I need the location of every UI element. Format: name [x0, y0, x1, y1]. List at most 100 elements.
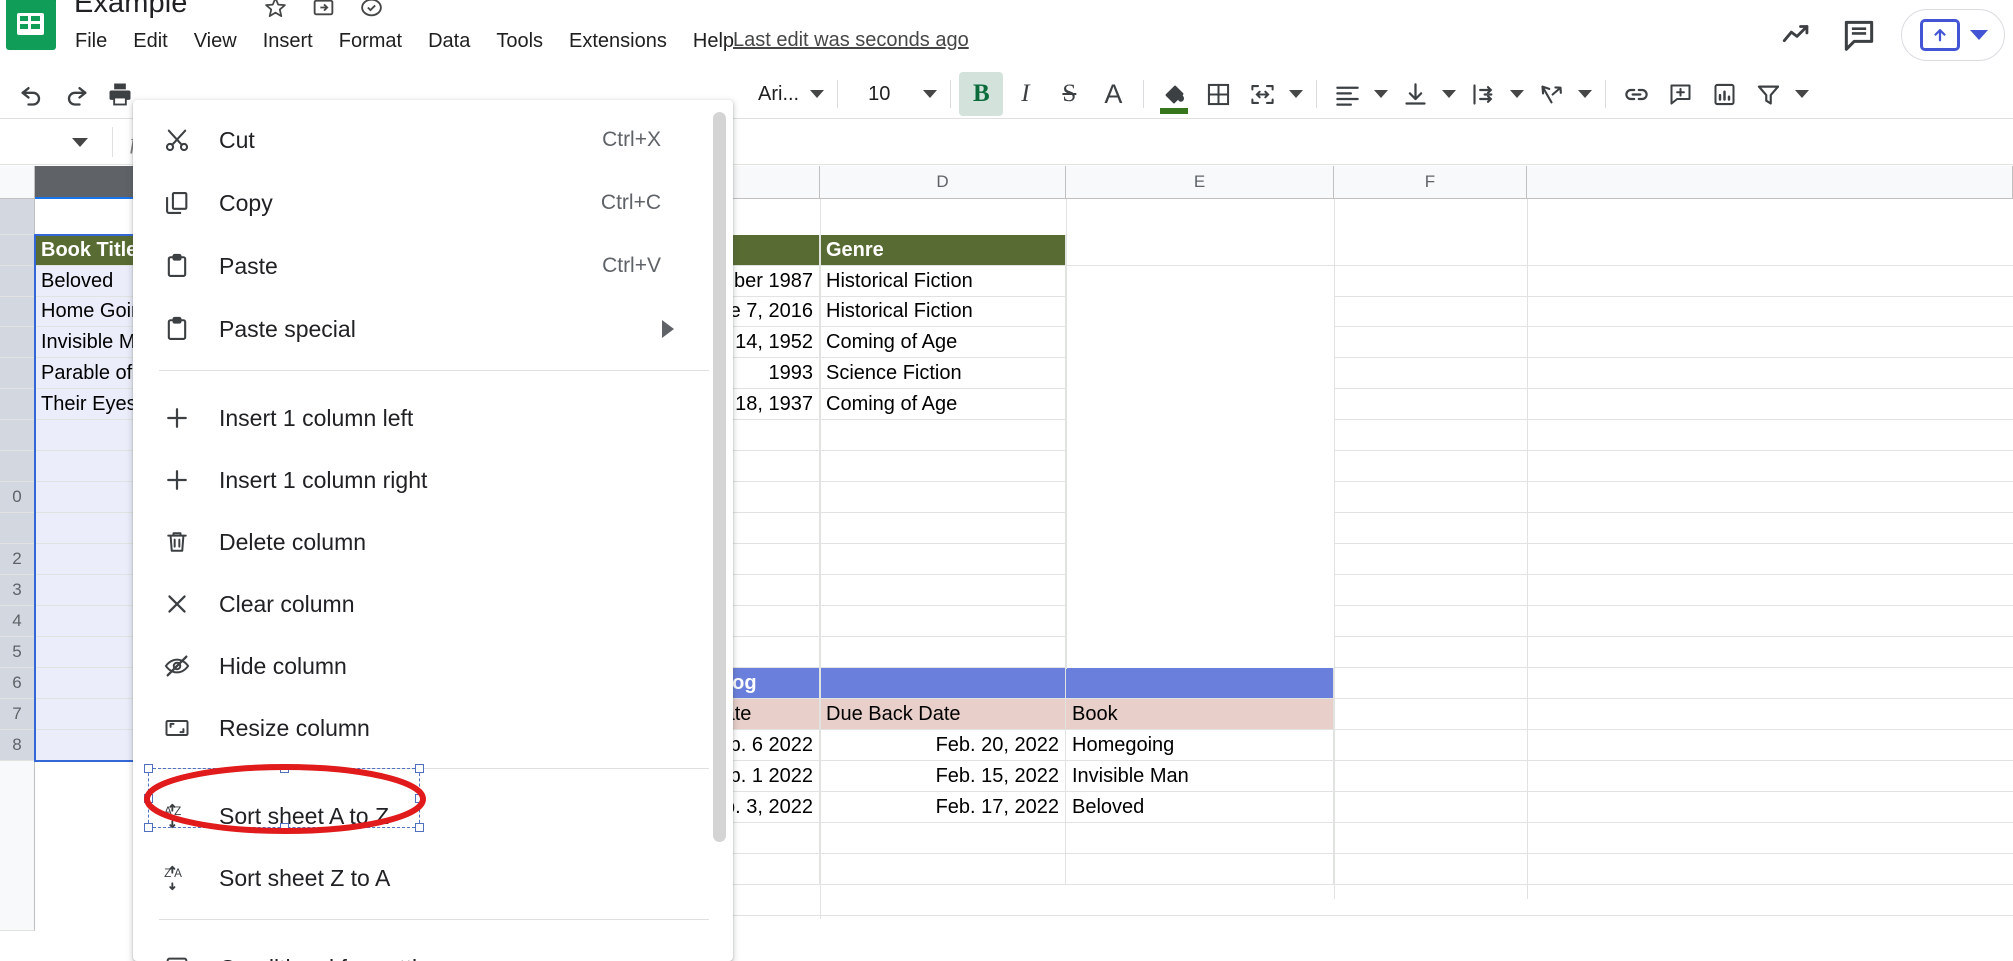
context-menu-item-insert-column-left[interactable]: Insert 1 column left — [133, 388, 719, 448]
cell-d2-genre[interactable]: Genre — [820, 235, 1066, 266]
row-header[interactable] — [0, 761, 35, 931]
menu-data[interactable]: Data — [415, 26, 483, 57]
context-menu-item-copy[interactable]: Copy Ctrl+C — [133, 173, 719, 233]
cell-d6[interactable]: Science Fiction — [820, 358, 1066, 389]
text-wrapping-icon[interactable] — [1461, 72, 1505, 116]
cell-d3[interactable]: Historical Fiction — [820, 266, 1066, 297]
menu-extensions[interactable]: Extensions — [556, 26, 680, 57]
cell-due-3[interactable]: Feb. 17, 2022 — [820, 792, 1066, 823]
context-menu-item-cut[interactable]: Cut Ctrl+X — [133, 110, 719, 170]
share-button[interactable] — [1901, 8, 2005, 61]
row-header[interactable] — [0, 235, 35, 266]
insert-link-icon[interactable] — [1614, 72, 1658, 116]
cell-book-header[interactable]: Book — [1066, 699, 1334, 730]
cell-empty[interactable] — [820, 513, 1066, 544]
annotation-handle[interactable] — [144, 764, 153, 773]
comment-history-icon[interactable] — [1839, 15, 1879, 55]
column-header-a[interactable] — [35, 166, 135, 199]
last-edit-status[interactable]: Last edit was seconds ago — [733, 29, 969, 52]
context-menu-item-hide-column[interactable]: Hide column — [133, 636, 719, 696]
row-header[interactable] — [0, 199, 35, 235]
context-menu-item-sort-sheet-z-to-a[interactable]: Z A Sort sheet Z to A — [133, 848, 719, 908]
cell-empty[interactable] — [1066, 854, 1334, 885]
annotation-handle[interactable] — [415, 764, 424, 773]
annotation-handle[interactable] — [280, 764, 289, 773]
cell-empty[interactable] — [820, 854, 1066, 885]
text-rotation-dropdown-icon[interactable] — [1573, 72, 1597, 116]
row-header[interactable]: 5 — [0, 637, 35, 668]
context-menu-item-paste[interactable]: Paste Ctrl+V — [133, 236, 719, 296]
cell-due-1[interactable]: Feb. 20, 2022 — [820, 730, 1066, 761]
cell-empty[interactable] — [820, 482, 1066, 513]
row-header[interactable] — [0, 420, 35, 451]
context-menu-item-resize-column[interactable]: Resize column — [133, 698, 719, 758]
annotation-selection-box[interactable] — [144, 764, 424, 832]
row-header[interactable] — [0, 297, 35, 327]
row-header[interactable] — [0, 358, 35, 389]
redo-icon[interactable] — [54, 72, 98, 116]
row-header[interactable] — [0, 327, 35, 358]
context-menu-item-insert-column-right[interactable]: Insert 1 column right — [133, 450, 719, 510]
menu-tools[interactable]: Tools — [483, 26, 556, 57]
menu-edit[interactable]: Edit — [120, 26, 180, 57]
cell-book-3[interactable]: Beloved — [1066, 792, 1334, 823]
horizontal-align-icon[interactable] — [1325, 72, 1369, 116]
trending-up-icon[interactable] — [1777, 15, 1817, 55]
cell-book-1[interactable]: Homegoing — [1066, 730, 1334, 761]
cell-empty[interactable] — [820, 451, 1066, 482]
cell-empty[interactable] — [820, 637, 1066, 668]
row-header[interactable]: 3 — [0, 575, 35, 606]
merge-dropdown-icon[interactable] — [1284, 72, 1308, 116]
name-box[interactable] — [0, 127, 100, 157]
column-header-e[interactable]: E — [1066, 166, 1334, 199]
row-header[interactable]: 2 — [0, 544, 35, 575]
star-icon[interactable] — [262, 0, 289, 21]
filter-dropdown-icon[interactable] — [1790, 72, 1814, 116]
italic-button[interactable]: I — [1003, 72, 1047, 116]
cell-due-2[interactable]: Feb. 15, 2022 — [820, 761, 1066, 792]
menu-view[interactable]: View — [181, 26, 250, 57]
move-to-folder-icon[interactable] — [310, 0, 337, 21]
cell-empty[interactable] — [820, 544, 1066, 575]
annotation-handle[interactable] — [144, 794, 153, 803]
strikethrough-button[interactable]: S — [1047, 72, 1091, 116]
name-box-dropdown-icon[interactable] — [72, 137, 88, 147]
vertical-align-icon[interactable] — [1393, 72, 1437, 116]
context-menu-item-delete-column[interactable]: Delete column — [133, 512, 719, 572]
context-menu-item-clear-column[interactable]: Clear column — [133, 574, 719, 634]
row-header[interactable] — [0, 451, 35, 482]
cell-empty[interactable] — [820, 606, 1066, 637]
horizontal-align-dropdown-icon[interactable] — [1369, 72, 1393, 116]
document-status-icon[interactable] — [358, 0, 385, 21]
menu-insert[interactable]: Insert — [250, 26, 326, 57]
insert-comment-icon[interactable] — [1658, 72, 1702, 116]
font-size-selector[interactable]: 10 — [846, 83, 918, 106]
context-menu-item-conditional-formatting[interactable]: Conditional formatting — [133, 938, 719, 961]
cell-empty[interactable] — [820, 575, 1066, 606]
cell-d5[interactable]: Coming of Age — [820, 327, 1066, 358]
font-size-dropdown-icon[interactable] — [918, 72, 942, 116]
cell-due-back-date-header[interactable]: Due Back Date — [820, 699, 1066, 730]
cell-book-2[interactable]: Invisible Man — [1066, 761, 1334, 792]
share-dropdown-icon[interactable] — [1970, 29, 1988, 40]
context-menu-item-paste-special[interactable]: Paste special — [133, 299, 719, 359]
row-header[interactable]: 8 — [0, 730, 35, 761]
row-header[interactable] — [0, 513, 35, 544]
vertical-align-dropdown-icon[interactable] — [1437, 72, 1461, 116]
document-title[interactable]: Example — [74, 0, 188, 20]
undo-icon[interactable] — [10, 72, 54, 116]
column-header-d[interactable]: D — [820, 166, 1066, 199]
annotation-handle[interactable] — [415, 823, 424, 832]
font-family-dropdown-icon[interactable] — [805, 72, 829, 116]
cell-d7[interactable]: Coming of Age — [820, 389, 1066, 420]
cell-empty[interactable] — [1066, 823, 1334, 854]
insert-chart-icon[interactable] — [1702, 72, 1746, 116]
annotation-handle[interactable] — [415, 794, 424, 803]
row-header[interactable]: 0 — [0, 482, 35, 513]
cell-empty[interactable] — [820, 420, 1066, 451]
row-header[interactable]: 4 — [0, 606, 35, 637]
text-color-button[interactable]: A — [1091, 72, 1135, 116]
row-header[interactable] — [0, 266, 35, 297]
cell-booklog-title-merge-e[interactable] — [1066, 668, 1334, 699]
row-header[interactable]: 7 — [0, 699, 35, 730]
